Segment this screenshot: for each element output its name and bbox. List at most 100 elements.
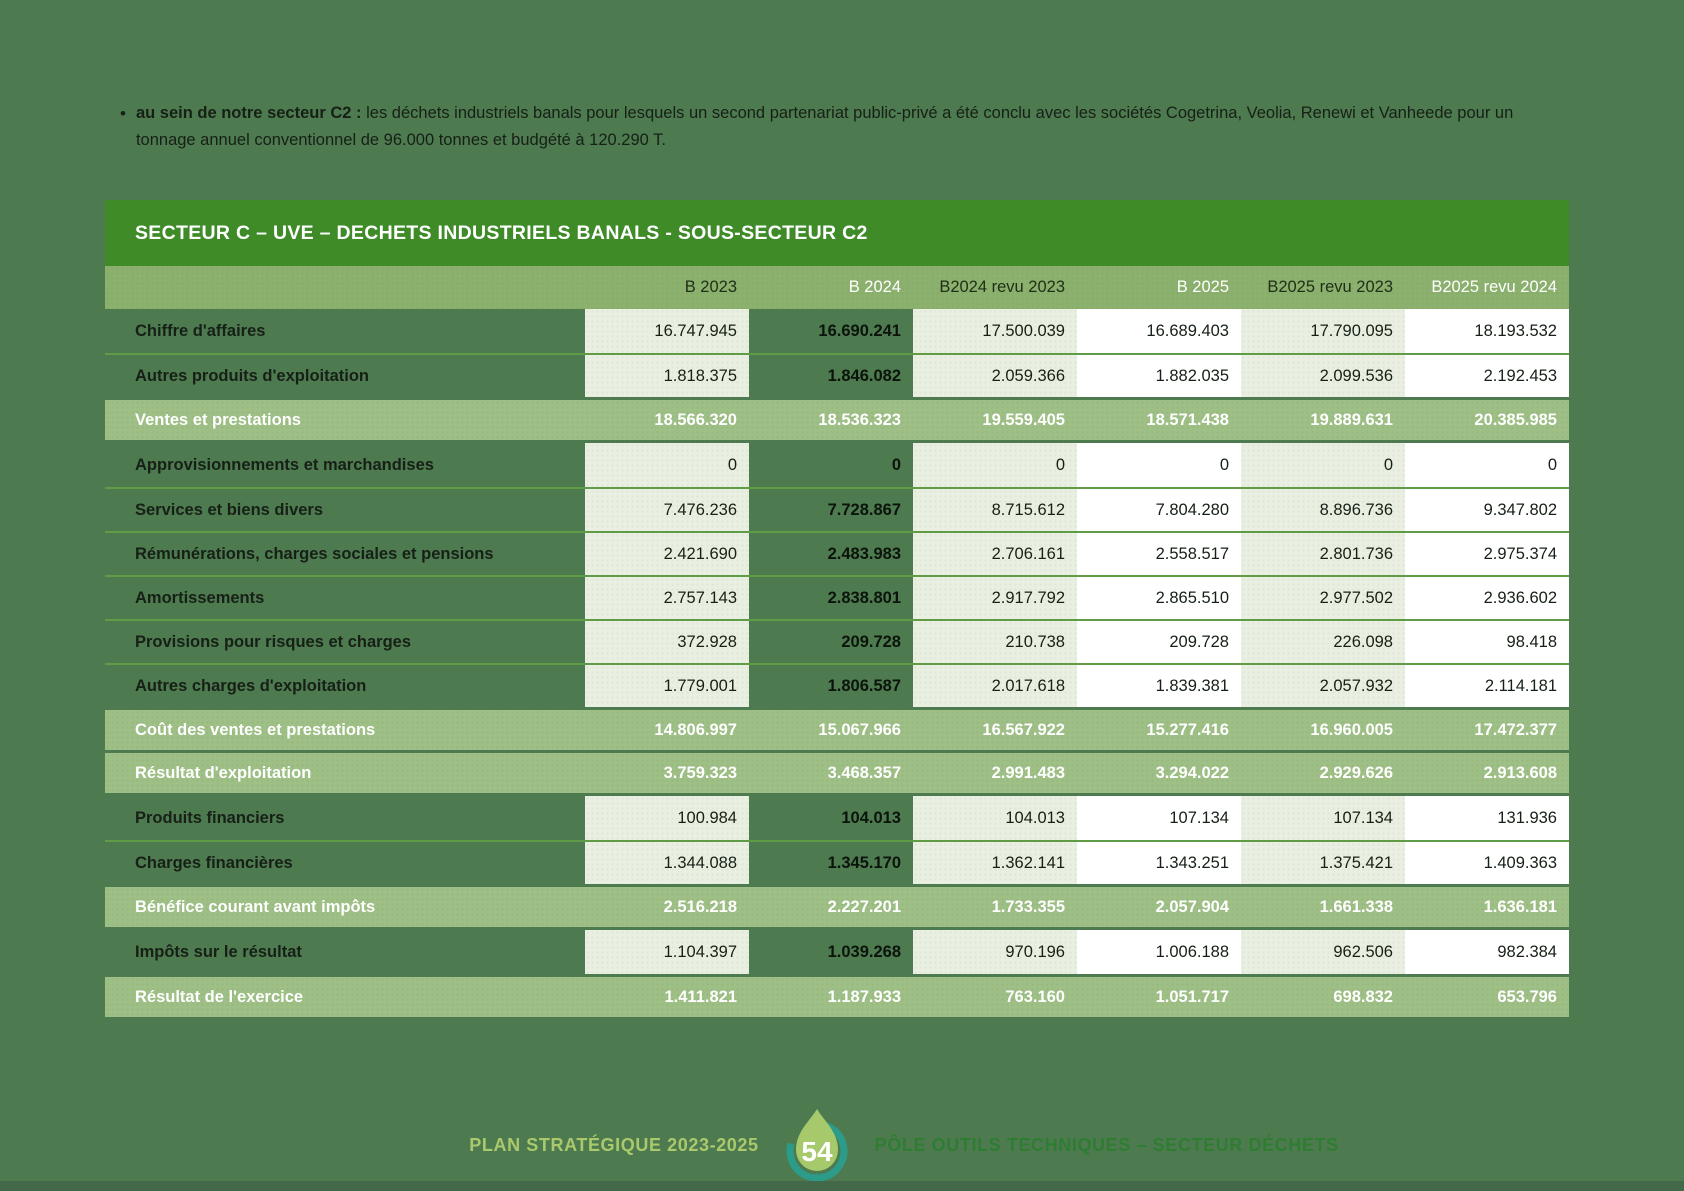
value-cell: 3.759.323 — [585, 753, 749, 793]
value-cell: 1.039.268 — [749, 930, 913, 974]
value-cell: 2.757.143 — [585, 577, 749, 619]
table-row: Autres produits d'exploitation1.818.3751… — [105, 353, 1569, 397]
value-cell: 2.913.608 — [1405, 753, 1569, 793]
value-cell: 14.806.997 — [585, 710, 749, 750]
value-cell: 7.476.236 — [585, 489, 749, 531]
table-row: Résultat d'exploitation3.759.3233.468.35… — [105, 753, 1569, 793]
value-cell: 107.134 — [1077, 796, 1241, 840]
table-header-row: B 2023B 2024B2024 revu 2023B 2025B2025 r… — [105, 266, 1569, 309]
value-cell: 16.690.241 — [749, 309, 913, 353]
table-row: Résultat de l'exercice1.411.8211.187.933… — [105, 977, 1569, 1017]
bottom-edge-strip — [0, 1181, 1684, 1191]
table-title-bar: SECTEUR C – UVE – DECHETS INDUSTRIELS BA… — [105, 200, 1569, 266]
value-cell: 0 — [749, 443, 913, 487]
value-cell: 104.013 — [913, 796, 1077, 840]
value-cell: 982.384 — [1405, 930, 1569, 974]
column-header-1: B 2023 — [585, 266, 749, 309]
value-cell: 18.571.438 — [1077, 400, 1241, 440]
value-cell: 2.865.510 — [1077, 577, 1241, 619]
value-cell: 2.017.618 — [913, 665, 1077, 707]
value-cell: 209.728 — [749, 621, 913, 663]
value-cell: 7.804.280 — [1077, 489, 1241, 531]
column-header-3: B2024 revu 2023 — [913, 266, 1077, 309]
value-cell: 2.099.536 — [1241, 355, 1405, 397]
table-row: Chiffre d'affaires16.747.94516.690.24117… — [105, 309, 1569, 353]
water-drop-icon: 54 — [785, 1103, 849, 1187]
footer: PLAN STRATÉGIQUE 2023-2025 54 PÔLE OUTIL… — [0, 1100, 1684, 1190]
value-cell: 20.385.985 — [1405, 400, 1569, 440]
value-cell: 2.558.517 — [1077, 533, 1241, 575]
row-label: Bénéfice courant avant impôts — [105, 887, 585, 927]
row-label: Impôts sur le résultat — [105, 930, 585, 974]
value-cell: 107.134 — [1241, 796, 1405, 840]
value-cell: 763.160 — [913, 977, 1077, 1017]
value-cell: 19.889.631 — [1241, 400, 1405, 440]
row-label: Amortissements — [105, 577, 585, 619]
financial-table: SECTEUR C – UVE – DECHETS INDUSTRIELS BA… — [105, 200, 1569, 1020]
value-cell: 1.187.933 — [749, 977, 913, 1017]
value-cell: 1.344.088 — [585, 842, 749, 884]
table-title: SECTEUR C – UVE – DECHETS INDUSTRIELS BA… — [135, 222, 868, 245]
value-cell: 1.839.381 — [1077, 665, 1241, 707]
table-row: Produits financiers100.984104.013104.013… — [105, 796, 1569, 840]
value-cell: 17.500.039 — [913, 309, 1077, 353]
table-row: Autres charges d'exploitation1.779.0011.… — [105, 663, 1569, 707]
bullet-icon: • — [120, 100, 126, 153]
row-label: Charges financières — [105, 842, 585, 884]
row-label: Coût des ventes et prestations — [105, 710, 585, 750]
header-label-spacer — [105, 266, 585, 309]
value-cell: 2.975.374 — [1405, 533, 1569, 575]
value-cell: 131.936 — [1405, 796, 1569, 840]
value-cell: 1.345.170 — [749, 842, 913, 884]
value-cell: 100.984 — [585, 796, 749, 840]
column-header-2: B 2024 — [749, 266, 913, 309]
value-cell: 8.896.736 — [1241, 489, 1405, 531]
footer-section-title: PÔLE OUTILS TECHNIQUES – SECTEUR DÉCHETS — [875, 1135, 1339, 1156]
intro-bullet: • au sein de notre secteur C2 : les déch… — [120, 100, 1565, 153]
column-header-6: B2025 revu 2024 — [1405, 266, 1569, 309]
value-cell: 2.991.483 — [913, 753, 1077, 793]
value-cell: 8.715.612 — [913, 489, 1077, 531]
value-cell: 2.483.983 — [749, 533, 913, 575]
value-cell: 372.928 — [585, 621, 749, 663]
table-row: Impôts sur le résultat1.104.3971.039.268… — [105, 930, 1569, 974]
value-cell: 698.832 — [1241, 977, 1405, 1017]
value-cell: 7.728.867 — [749, 489, 913, 531]
table-row: Provisions pour risques et charges372.92… — [105, 619, 1569, 663]
value-cell: 2.192.453 — [1405, 355, 1569, 397]
table-row: Bénéfice courant avant impôts2.516.218 2.… — [105, 887, 1569, 927]
value-cell: 209.728 — [1077, 621, 1241, 663]
value-cell: 970.196 — [913, 930, 1077, 974]
value-cell: 9.347.802 — [1405, 489, 1569, 531]
value-cell: 1.733.355 — [913, 887, 1077, 927]
value-cell: 0 — [1077, 443, 1241, 487]
value-cell: 1.661.338 — [1241, 887, 1405, 927]
row-label: Provisions pour risques et charges — [105, 621, 585, 663]
value-cell: 1.375.421 — [1241, 842, 1405, 884]
value-cell: 2.057.904 — [1077, 887, 1241, 927]
value-cell: 17.790.095 — [1241, 309, 1405, 353]
value-cell: 1.051.717 — [1077, 977, 1241, 1017]
value-cell: 210.738 — [913, 621, 1077, 663]
footer-plan-title: PLAN STRATÉGIQUE 2023-2025 — [469, 1135, 758, 1156]
table-row: Amortissements2.757.1432.838.8012.917.79… — [105, 575, 1569, 619]
table-row: Services et biens divers7.476.2367.728.8… — [105, 487, 1569, 531]
value-cell: 2.421.690 — [585, 533, 749, 575]
value-cell: 0 — [1405, 443, 1569, 487]
value-cell: 15.277.416 — [1077, 710, 1241, 750]
table-row: Rémunérations, charges sociales et pensi… — [105, 531, 1569, 575]
value-cell: 16.747.945 — [585, 309, 749, 353]
value-cell: 17.472.377 — [1405, 710, 1569, 750]
value-cell: 18.536.323 — [749, 400, 913, 440]
value-cell: 2.516.218 — [585, 887, 749, 927]
value-cell: 16.960.005 — [1241, 710, 1405, 750]
row-label: Résultat d'exploitation — [105, 753, 585, 793]
table-row: Coût des ventes et prestations14.806.997… — [105, 710, 1569, 750]
value-cell: 19.559.405 — [913, 400, 1077, 440]
table-row: Approvisionnements et marchandises000000 — [105, 443, 1569, 487]
value-cell: 18.193.532 — [1405, 309, 1569, 353]
page-number-badge: 54 — [785, 1103, 849, 1187]
row-label: Produits financiers — [105, 796, 585, 840]
row-label: Ventes et prestations — [105, 400, 585, 440]
row-label: Services et biens divers — [105, 489, 585, 531]
